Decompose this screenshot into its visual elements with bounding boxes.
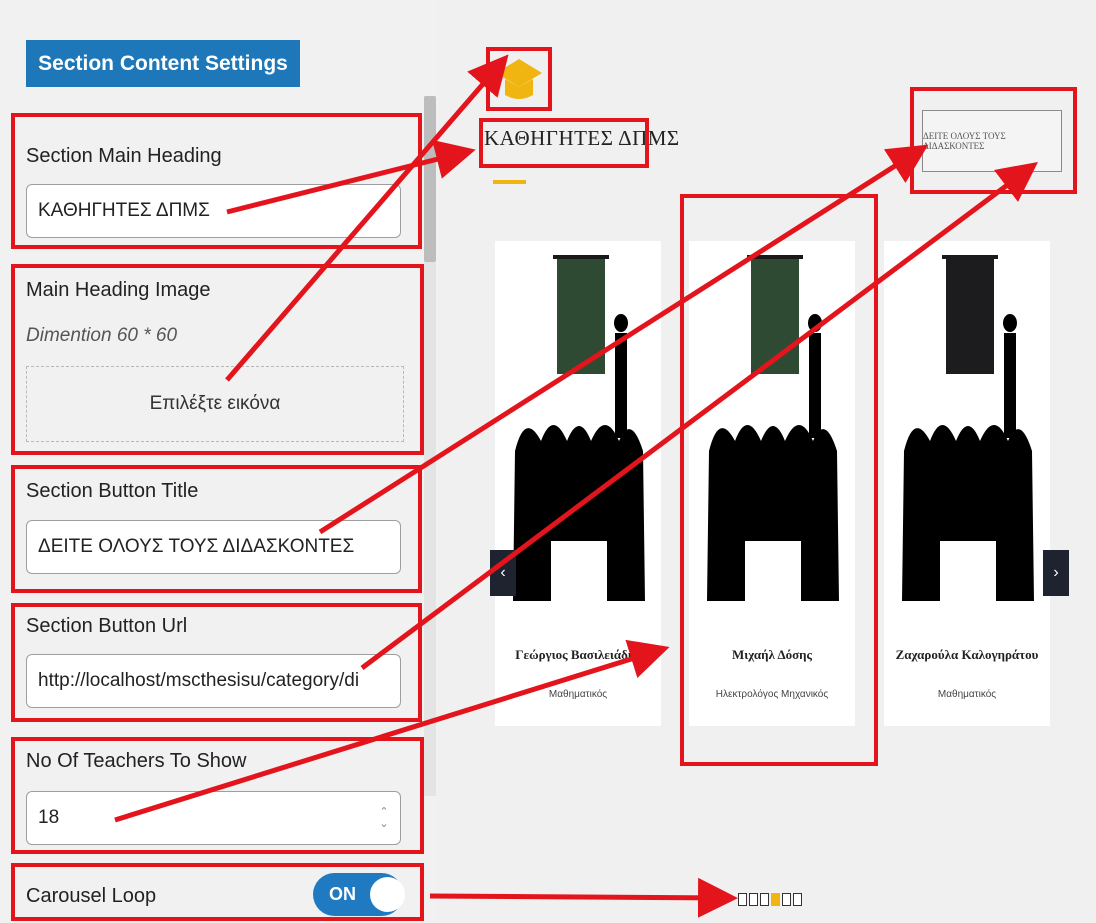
highlight-carousel-loop xyxy=(11,863,424,921)
teacher-card[interactable]: Ζαχαρούλα Καλογηράτου Μαθηματικός xyxy=(884,241,1050,726)
teacher-name: Γεώργιος Βασιλειάδης xyxy=(515,647,641,662)
carousel-pagination xyxy=(738,893,802,906)
heading-underline xyxy=(493,180,526,184)
classroom-silhouette-icon xyxy=(902,255,1034,601)
highlight-button-title xyxy=(11,465,422,593)
highlight-see-all-button xyxy=(910,87,1077,194)
teacher-card[interactable]: Γεώργιος Βασιλειάδης Μαθηματικός xyxy=(495,241,661,726)
pagination-dot[interactable] xyxy=(738,893,747,906)
teacher-name: Ζαχαρούλα Καλογηράτου xyxy=(895,647,1039,662)
highlight-main-heading xyxy=(11,113,422,249)
classroom-silhouette-icon xyxy=(513,255,645,601)
pagination-dot-active[interactable] xyxy=(771,893,780,906)
highlight-heading-image xyxy=(11,264,424,455)
teacher-role: Μαθηματικός xyxy=(937,689,997,700)
pagination-dot[interactable] xyxy=(760,893,769,906)
carousel-prev-button[interactable]: ‹ xyxy=(490,550,516,596)
pagination-dot[interactable] xyxy=(793,893,802,906)
highlight-teachers-count xyxy=(11,737,424,854)
section-content-settings-tab[interactable]: Section Content Settings xyxy=(26,40,300,87)
teacher-role: Μαθηματικός xyxy=(548,689,608,700)
highlight-button-url xyxy=(11,603,422,722)
pagination-dot[interactable] xyxy=(782,893,791,906)
carousel-next-button[interactable]: › xyxy=(1043,550,1069,596)
highlight-preview-heading xyxy=(479,118,649,168)
highlight-teacher-card xyxy=(680,194,878,766)
settings-scrollbar-thumb[interactable] xyxy=(424,96,436,262)
pagination-dot[interactable] xyxy=(749,893,758,906)
highlight-heading-icon xyxy=(486,47,552,111)
